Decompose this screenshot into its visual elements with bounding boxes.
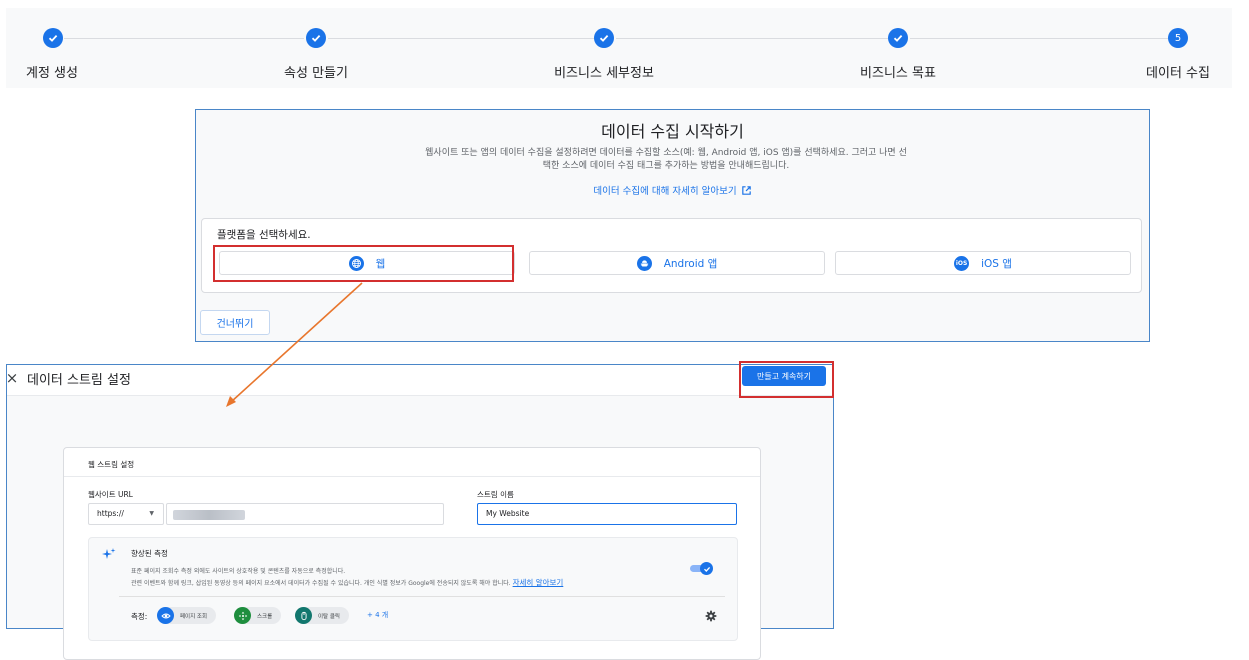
- check-icon: [700, 562, 713, 575]
- create-button-highlight-box: [739, 361, 834, 398]
- dialog-body: 웹 스트림 설정 웹사이트 URL https:// ▼ 스트림 이름 My W…: [7, 396, 833, 660]
- enhanced-description: 관련 이벤트와 함께 링크, 삽입된 동영상 등의 페이지 요소에서 데이터가 …: [131, 577, 563, 588]
- card-title: 웹 스트림 설정: [88, 460, 135, 469]
- website-url-input[interactable]: [166, 503, 444, 525]
- chip-outbound-clicks: 이탈 클릭: [295, 607, 349, 624]
- sparkle-icon: [102, 548, 116, 559]
- panel-description: 웹사이트 또는 앱의 데이터 수집을 설정하려면 데이터를 수집할 소스(예: …: [386, 147, 946, 173]
- gear-icon[interactable]: [705, 610, 717, 622]
- chevron-down-icon: ▼: [149, 510, 154, 517]
- platform-ios-label: iOS 앱: [981, 257, 1012, 270]
- divider: [64, 476, 760, 477]
- protocol-select[interactable]: https:// ▼: [88, 503, 164, 525]
- chip-label: 이탈 클릭: [318, 613, 340, 620]
- step-4-done-icon: [888, 28, 908, 48]
- step-connector: [910, 38, 1172, 39]
- ios-icon: iOS: [954, 255, 970, 271]
- crosshair-icon: [234, 607, 251, 624]
- enhanced-measurement-toggle[interactable]: [690, 562, 713, 575]
- step-label-business-goals: 비즈니스 목표: [860, 66, 936, 81]
- mouse-icon: [295, 607, 312, 624]
- chip-scrolls: 스크롤: [234, 607, 282, 624]
- close-icon[interactable]: ×: [5, 369, 19, 387]
- enhanced-title: 향상된 측정: [131, 549, 168, 558]
- skip-button[interactable]: 건너뛰기: [200, 310, 270, 335]
- panel-title: 데이터 수집 시작하기: [601, 122, 744, 141]
- measure-label: 측정:: [131, 612, 148, 621]
- learn-more-link[interactable]: 데이터 수집에 대해 자세히 알아보기: [196, 183, 1149, 197]
- step-2-done-icon: [306, 28, 326, 48]
- redacted-url: [173, 510, 245, 520]
- step-label-account: 계정 생성: [26, 66, 78, 81]
- enhanced-measurement-section: 향상된 측정 표준 페이지 조회수 측정 외에도 사이트의 상호작용 및 콘텐츠…: [88, 537, 738, 641]
- step-1-done-icon: [43, 28, 63, 48]
- platform-android-button[interactable]: Android 앱: [529, 251, 825, 275]
- divider: [119, 596, 725, 597]
- dialog-header: × 데이터 스트림 설정: [5, 365, 833, 396]
- web-highlight-box: [213, 245, 514, 282]
- chip-page-views: 페이지 조회: [157, 607, 217, 624]
- step-label-property: 속성 만들기: [284, 66, 348, 81]
- description-line: 택한 소스에 데이터 수집 태그를 추가하는 방법을 안내해드립니다.: [542, 161, 790, 171]
- step-label-data-collection: 데이터 수집: [1146, 66, 1210, 81]
- chip-label: 페이지 조회: [180, 613, 208, 620]
- chip-label: 스크롤: [257, 613, 273, 620]
- platform-title: 플랫폼을 선택하세요.: [217, 229, 311, 241]
- dialog-title: 데이터 스트림 설정: [27, 373, 131, 388]
- learn-more-label: 데이터 수집에 대해 자세히 알아보기: [593, 186, 737, 197]
- stream-setup-dialog: × 데이터 스트림 설정 웹 스트림 설정 웹사이트 URL https:// …: [5, 364, 834, 660]
- stream-name-label: 스트림 이름: [477, 490, 514, 499]
- step-3-done-icon: [594, 28, 614, 48]
- step-connector: [328, 38, 604, 39]
- stream-name-input[interactable]: My Website: [477, 503, 737, 525]
- platform-android-label: Android 앱: [663, 257, 718, 270]
- eye-icon: [157, 607, 174, 624]
- step-connector: [616, 38, 888, 39]
- platform-ios-button[interactable]: iOS iOS 앱: [835, 251, 1131, 275]
- protocol-value: https://: [97, 509, 124, 518]
- android-icon: [636, 255, 652, 271]
- step-5-current: 5: [1168, 28, 1188, 48]
- enhanced-description: 표준 페이지 조회수 측정 외에도 사이트의 상호작용 및 콘텐츠를 자동으로 …: [131, 568, 346, 575]
- description-line: 웹사이트 또는 앱의 데이터 수집을 설정하려면 데이터를 수집할 소스(예: …: [425, 148, 907, 158]
- external-link-icon: [741, 186, 751, 195]
- url-label: 웹사이트 URL: [88, 490, 133, 499]
- setup-stepper: 5 계정 생성 속성 만들기 비즈니스 세부정보 비즈니스 목표 데이터 수집: [6, 8, 1232, 88]
- step-label-business-details: 비즈니스 세부정보: [554, 66, 654, 81]
- web-stream-card: 웹 스트림 설정 웹사이트 URL https:// ▼ 스트림 이름 My W…: [63, 447, 761, 660]
- enhanced-description-text: 관련 이벤트와 함께 링크, 삽입된 동영상 등의 페이지 요소에서 데이터가 …: [131, 580, 511, 587]
- learn-more-link[interactable]: 자세히 알아보기: [513, 578, 564, 587]
- data-collection-panel: 데이터 수집 시작하기 웹사이트 또는 앱의 데이터 수집을 설정하려면 데이터…: [195, 109, 1150, 342]
- more-events-link[interactable]: + 4 개: [367, 610, 388, 620]
- step-connector: [64, 38, 304, 39]
